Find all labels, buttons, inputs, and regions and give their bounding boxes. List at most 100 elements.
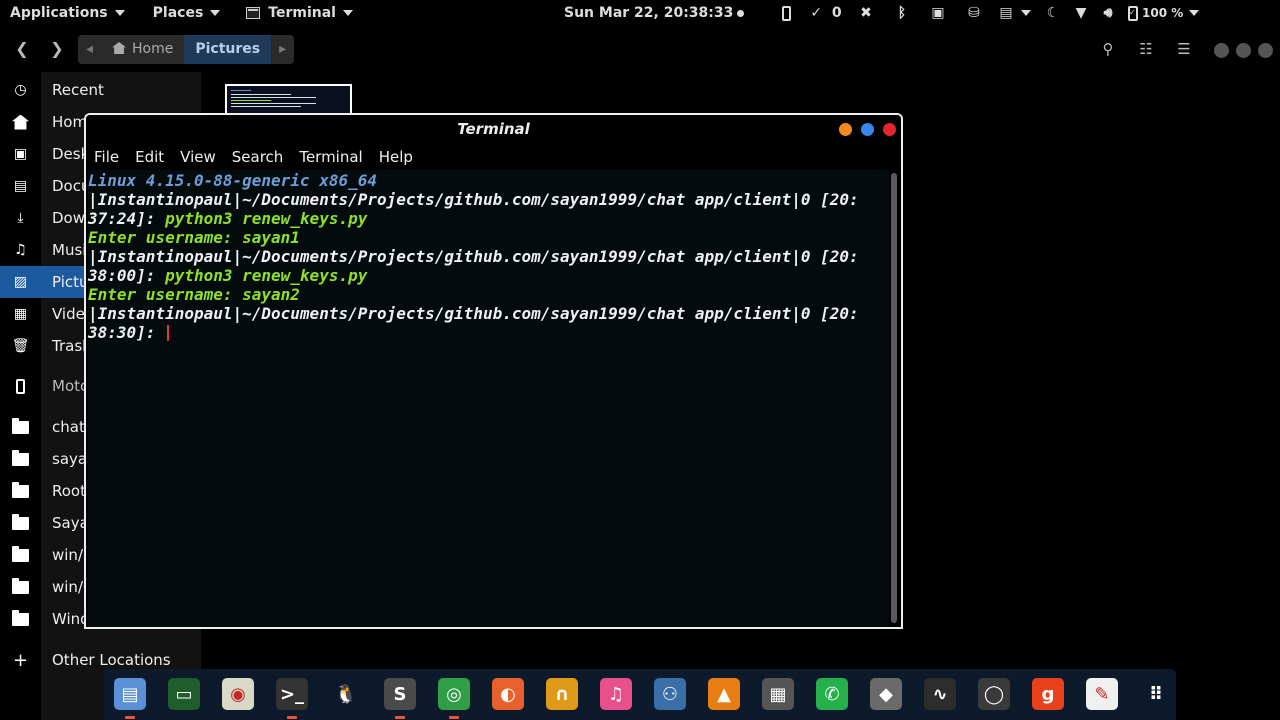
- inkscape-icon[interactable]: ◆: [870, 678, 902, 710]
- screen-recorder-icon[interactable]: ◯: [978, 678, 1010, 710]
- prompt-time: 38:30]:: [88, 323, 166, 342]
- terminal-command: python3 renew_keys.py: [165, 266, 368, 285]
- clipboard-icon[interactable]: ▤: [992, 0, 1038, 26]
- menu-edit[interactable]: Edit: [135, 148, 164, 166]
- tux-icon[interactable]: 🐧: [330, 678, 362, 710]
- battery-percent: 100 %: [1142, 6, 1184, 20]
- menu-terminal[interactable]: Terminal: [299, 148, 362, 166]
- path-left-arrow[interactable]: ◂: [78, 35, 101, 64]
- phone-icon: [12, 378, 29, 395]
- wifi-icon[interactable]: ▼: [1068, 0, 1094, 26]
- list-view-button[interactable]: ☷: [1135, 38, 1157, 60]
- folder-icon: [12, 417, 29, 436]
- updates-indicator[interactable]: ✓ 0: [804, 0, 848, 26]
- terminal-app-menu[interactable]: Terminal: [230, 0, 363, 26]
- document-icon: ▤: [13, 178, 28, 194]
- terminal-window[interactable]: Terminal File Edit View Search Terminal …: [84, 113, 903, 629]
- dropbox-icon[interactable]: ✖: [848, 0, 884, 26]
- python-icon[interactable]: ⚇: [654, 678, 686, 710]
- breadcrumb: ◂ Home Pictures ▸: [78, 35, 295, 64]
- notification-dot-icon: [737, 9, 745, 17]
- prompt-time: 38:00]:: [88, 266, 166, 285]
- minimize-button[interactable]: [1214, 43, 1229, 58]
- activity-monitor-icon[interactable]: ∿: [924, 678, 956, 710]
- terminal-scrollbar[interactable]: [891, 173, 897, 623]
- terminal-output[interactable]: Linux 4.15.0-88-generic x86_64 |Instantin…: [88, 170, 889, 627]
- whatsapp-icon[interactable]: ✆: [816, 678, 848, 710]
- applications-menu[interactable]: Applications: [0, 0, 135, 26]
- system-monitor-icon[interactable]: ▭: [168, 678, 200, 710]
- running-indicator: [287, 716, 297, 719]
- maximize-button[interactable]: [861, 123, 874, 136]
- running-indicator: [449, 716, 459, 719]
- menu-help[interactable]: Help: [379, 148, 413, 166]
- terminal-menubar: File Edit View Search Terminal Help: [86, 144, 901, 170]
- close-button[interactable]: [883, 123, 896, 136]
- prompt-time: 37:24]:: [88, 209, 166, 228]
- plus-icon: +: [12, 649, 29, 671]
- folder-icon: [12, 609, 29, 628]
- menu-button[interactable]: ☰: [1173, 38, 1195, 60]
- menu-view[interactable]: View: [180, 148, 216, 166]
- menu-file[interactable]: File: [94, 148, 119, 166]
- battery-indicator[interactable]: 100 %: [1122, 0, 1200, 26]
- menu-search[interactable]: Search: [232, 148, 284, 166]
- folder-icon: [12, 545, 29, 564]
- terminal-line: |Instantinopaul|~/Documents/Projects/git…: [88, 190, 859, 209]
- places-menu[interactable]: Places: [135, 0, 231, 26]
- sublime-icon[interactable]: S: [384, 678, 416, 710]
- terminal-line: 38:00]: python3 renew_keys.py: [88, 266, 889, 285]
- path-home[interactable]: Home: [101, 35, 184, 64]
- files-icon[interactable]: ▤: [114, 678, 146, 710]
- close-button[interactable]: [1258, 43, 1273, 58]
- g-app-icon[interactable]: g: [1032, 678, 1064, 710]
- check-icon: ✓: [810, 5, 823, 21]
- clock-label: Sun Mar 22, 20:38:33: [564, 5, 734, 21]
- running-indicator: [125, 716, 135, 719]
- chevron-down-icon: [342, 10, 353, 16]
- bluetooth-icon[interactable]: ᛒ: [884, 0, 920, 26]
- jupyter-icon[interactable]: ▦: [762, 678, 794, 710]
- chevron-down-icon: [210, 10, 221, 16]
- sidebar-item-label: Other Locations: [52, 651, 171, 669]
- search-button[interactable]: ⚲: [1097, 38, 1119, 60]
- volume-icon[interactable]: 🔊︎: [1094, 0, 1122, 26]
- folder-icon: [12, 513, 29, 532]
- clock-icon: ◷: [14, 82, 27, 98]
- clock[interactable]: Sun Mar 22, 20:38:33: [564, 0, 745, 26]
- path-pictures[interactable]: Pictures: [184, 35, 272, 64]
- video-icon: ▦: [13, 306, 28, 322]
- system-tray: ✓ 0 ✖ ᛒ ▣ ⛁ ▤ ☾ ▼ 🔊︎ 100 %: [768, 0, 1200, 26]
- file-manager-header: ❮ ❯ ◂ Home Pictures ▸ ⚲ ☷ ☰: [0, 26, 1280, 72]
- terminal-app-label: Terminal: [268, 5, 336, 21]
- apps-grid-icon[interactable]: ⠿: [1140, 678, 1172, 710]
- terminal-line: 37:24]: python3 renew_keys.py: [88, 209, 889, 228]
- home-icon: [112, 42, 127, 54]
- home-icon: [12, 114, 29, 131]
- maximize-button[interactable]: [1236, 43, 1251, 58]
- phone-icon[interactable]: [768, 0, 804, 26]
- updates-count: 0: [831, 5, 842, 21]
- drive-icon[interactable]: ⛁: [956, 0, 992, 26]
- firefox-icon[interactable]: ◐: [492, 678, 524, 710]
- night-light-icon[interactable]: ☾: [1038, 0, 1068, 26]
- editor-icon[interactable]: ✎: [1086, 678, 1118, 710]
- speaker-icon[interactable]: ◉: [222, 678, 254, 710]
- sidebar-item-recent[interactable]: ◷ Recent: [0, 74, 201, 106]
- music-icon: ♫: [14, 242, 27, 258]
- forward-button[interactable]: ❯: [45, 37, 69, 61]
- itunes-icon[interactable]: ♫: [600, 678, 632, 710]
- image-viewer-icon[interactable]: ▣: [920, 0, 956, 26]
- path-right-arrow[interactable]: ▸: [271, 35, 294, 64]
- chevron-down-icon: [114, 10, 125, 16]
- back-button[interactable]: ❮: [10, 37, 34, 61]
- headphones-icon[interactable]: ∩: [546, 678, 578, 710]
- terminal-titlebar[interactable]: Terminal: [86, 115, 901, 144]
- minimize-button[interactable]: [839, 123, 852, 136]
- download-icon: ⤓: [17, 210, 24, 226]
- terminal-line: Linux 4.15.0-88-generic x86_64: [88, 171, 377, 190]
- dock: ▤ ▭ ◉ >_ 🐧 S ◎ ◐ ∩ ♫ ⚇ ▲ ▦ ✆ ◆ ∿ ◯ g ✎ ⠿: [104, 669, 1176, 720]
- chrome-icon[interactable]: ◎: [438, 678, 470, 710]
- terminal-icon[interactable]: >_: [276, 678, 308, 710]
- vlc-icon[interactable]: ▲: [708, 678, 740, 710]
